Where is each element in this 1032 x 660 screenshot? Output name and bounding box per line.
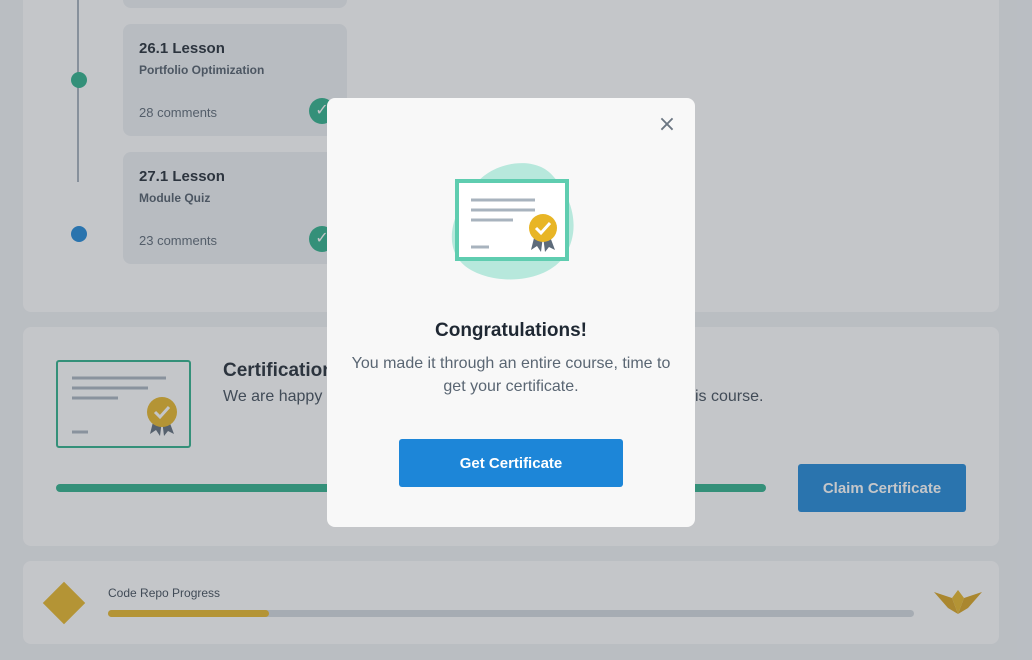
get-certificate-button[interactable]: Get Certificate [399, 439, 623, 487]
dialog-title: Congratulations! [435, 320, 587, 341]
certificate-icon [451, 163, 574, 280]
congratulations-dialog: × Congratulations! You made it through a… [327, 98, 695, 527]
dialog-message: You made it through an entire course, ti… [351, 355, 671, 395]
close-icon[interactable]: × [657, 114, 677, 136]
